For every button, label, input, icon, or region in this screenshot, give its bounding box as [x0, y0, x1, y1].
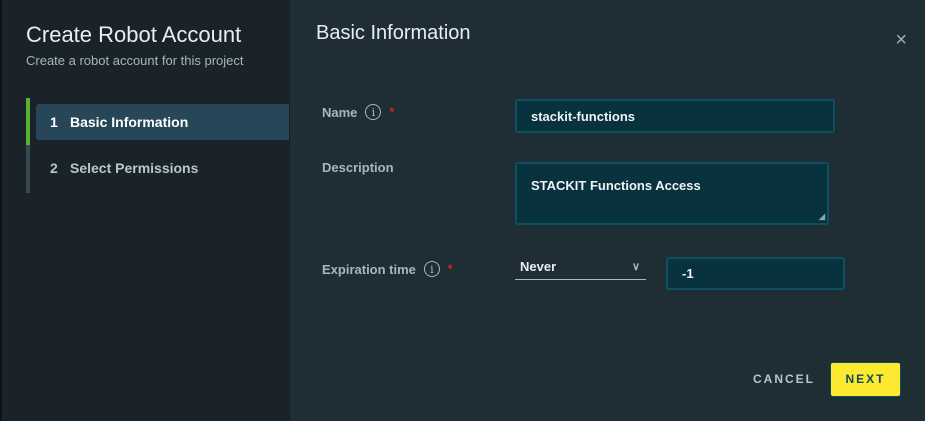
info-icon[interactable]: i — [365, 104, 382, 120]
wizard-sidebar: Create Robot Account Create a robot acco… — [0, 0, 291, 421]
section-heading: Basic Information — [316, 22, 471, 44]
expiration-label: Expiration time i * — [322, 261, 453, 277]
description-label: Description — [322, 160, 394, 175]
step-number: 1 — [50, 114, 58, 130]
step-list: 1 Basic Information 2 Select Permissions — [26, 98, 291, 193]
expiration-label-text: Expiration time — [322, 261, 416, 277]
description-value: STACKIT Functions Access — [531, 178, 701, 193]
step-basic-information[interactable]: 1 Basic Information — [36, 104, 291, 140]
description-textarea[interactable]: STACKIT Functions Access ◢ — [515, 162, 829, 225]
active-step-indicator — [26, 98, 30, 145]
step-label: Select Permissions — [70, 160, 199, 176]
info-icon[interactable]: i — [423, 261, 440, 277]
name-label-text: Name — [322, 104, 358, 120]
wizard-content: Basic Information × Namei* Description S… — [289, 0, 925, 421]
wizard-title: Create Robot Account — [26, 22, 242, 47]
expiration-selected: Never — [520, 259, 557, 274]
step-label: Basic Information — [70, 114, 189, 130]
resize-handle-icon[interactable]: ◢ — [819, 212, 825, 221]
cancel-button[interactable]: CANCEL — [753, 372, 815, 386]
name-label: Name i * — [322, 104, 394, 120]
required-marker: * — [447, 262, 453, 276]
required-marker: * — [389, 105, 395, 119]
step-number: 2 — [50, 160, 58, 176]
name-input[interactable] — [515, 99, 835, 133]
chevron-down-icon: ∨ — [631, 261, 640, 273]
next-button[interactable]: NEXT — [830, 362, 901, 397]
wizard-subtitle: Create a robot account for this project — [26, 53, 244, 68]
close-icon[interactable]: × — [895, 30, 907, 50]
expiration-select[interactable]: Never ∨ — [515, 257, 646, 280]
step-select-permissions[interactable]: 2 Select Permissions — [36, 150, 291, 186]
expiration-value-input[interactable] — [666, 257, 845, 290]
